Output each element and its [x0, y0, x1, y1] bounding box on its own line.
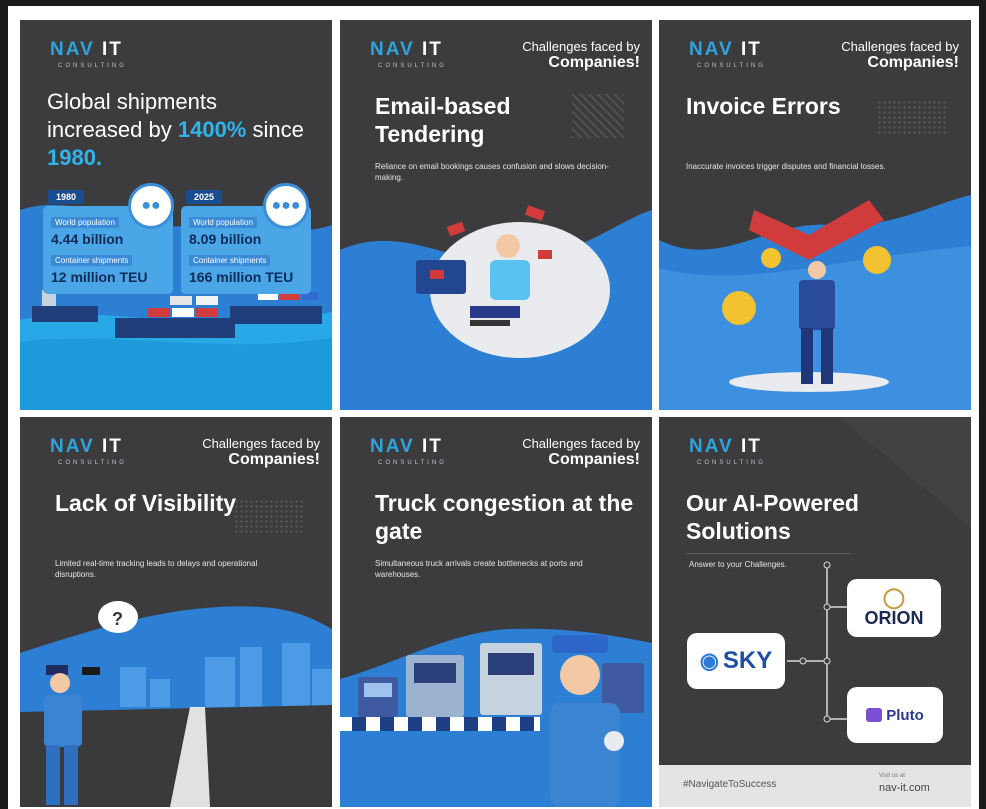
panel-title: Truck congestion at the gate — [375, 490, 634, 545]
sky-logo-icon: ◉ — [699, 648, 719, 673]
panel-title: Invoice Errors — [686, 93, 841, 119]
svg-text:?: ? — [112, 609, 123, 629]
wave-background — [340, 628, 652, 807]
sky-badge: ◉ SKY — [687, 633, 785, 689]
challenges-heading: Challenges faced by Companies! — [841, 39, 959, 72]
visit-label: Visit us at — [879, 773, 905, 779]
panel-truck-congestion: NAV IT CONSULTING Challenges faced by Comp… — [340, 417, 652, 807]
panel-email-tendering: NAV IT CONSULTING Challenges faced by Comp… — [340, 20, 652, 410]
panel-description: Limited real-time tracking leads to dela… — [55, 559, 258, 579]
pluto-logo-icon — [866, 708, 883, 722]
challenges-heading: Challenges faced by Companies! — [522, 39, 640, 72]
panel-title: Our AI-Powered Solutions — [686, 490, 859, 545]
panel-lack-of-visibility: ? NAV IT CONSULTING Challenges faced by Co… — [20, 417, 332, 807]
pluto-badge: Pluto — [847, 687, 943, 743]
panel-title: Email-based Tendering — [375, 93, 511, 148]
panel-ai-solutions: NAV IT CONSULTING Our AI-Powered Solution… — [659, 417, 971, 807]
challenges-heading: Challenges faced by Companies! — [202, 436, 320, 469]
sky-label: SKY — [722, 647, 773, 674]
brand-logo: NAV IT CONSULTING — [370, 436, 447, 466]
brand-logo: NAV IT CONSULTING — [689, 39, 766, 69]
headline: Global shipments increased by 1400% sinc… — [47, 89, 304, 171]
brand-logo: NAV IT CONSULTING — [50, 39, 127, 69]
title-divider — [686, 553, 851, 554]
panel-description: Inaccurate invoices trigger disputes and… — [686, 162, 886, 171]
wave-background — [340, 205, 652, 410]
panel-description: Answer to your Challenges. — [689, 560, 787, 569]
hashtag: #NavigateToSuccess — [683, 779, 777, 790]
panel-title: Lack of Visibility — [55, 490, 237, 516]
brand-logo: NAV IT CONSULTING — [689, 436, 766, 466]
brand-logo: NAV IT CONSULTING — [370, 39, 447, 69]
year-tag-2025: 2025 — [186, 190, 223, 204]
panel-invoice-errors: NAV IT CONSULTING Challenges faced by Comp… — [659, 20, 971, 410]
brand-logo: NAV IT CONSULTING — [50, 436, 127, 466]
panel-description: Simultaneous truck arrivals create bottl… — [375, 559, 583, 579]
panel-description: Reliance on email bookings causes confus… — [375, 162, 609, 182]
wave-background: ? — [20, 601, 332, 807]
orion-badge: ◯ ORION — [847, 579, 941, 637]
pluto-label: Pluto — [886, 706, 924, 724]
wave-background — [659, 195, 971, 410]
year-tag-1980: 1980 — [48, 190, 85, 204]
orion-logo-icon: ◯ — [882, 586, 906, 609]
website-link[interactable]: nav-it.com — [879, 782, 930, 794]
people-icon: ●● — [128, 183, 174, 229]
challenges-heading: Challenges faced by Companies! — [522, 436, 640, 469]
panel-global-shipments: NAV IT CONSULTING Global shipments increa… — [20, 20, 332, 410]
crowd-icon: ●●● — [263, 183, 309, 229]
orion-label: ORION — [864, 607, 924, 628]
footer-bar: #NavigateToSuccess Visit us at nav-it.co… — [659, 765, 971, 807]
